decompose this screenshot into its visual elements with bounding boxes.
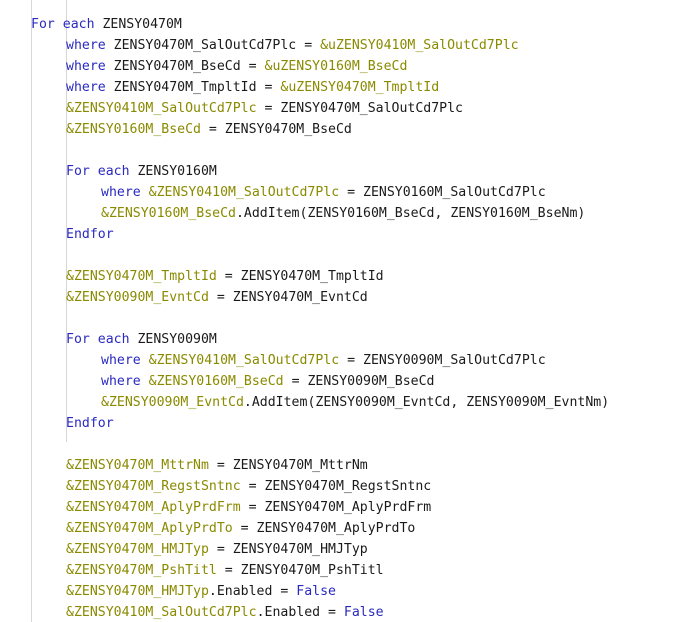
code-token-var: &ZENSY0470M_HMJTyp [66, 584, 209, 599]
code-line[interactable]: For each ZENSY0090M [0, 329, 698, 350]
code-token-var: &ZENSY0090M_EvntCd [66, 290, 209, 305]
code-token-var: &ZENSY0470M_RegstSntnc [66, 479, 241, 494]
code-line[interactable]: &ZENSY0090M_EvntCd.AddItem(ZENSY0090M_Ev… [0, 392, 698, 413]
code-token-attr: .Enabled = [208, 584, 297, 599]
code-token-attr: = ZENSY0090M_SalOutCd7Plc [339, 353, 546, 368]
code-token-attr: ZENSY0090M [137, 332, 217, 347]
code-line[interactable]: where ZENSY0470M_BseCd = &uZENSY0160M_Bs… [0, 56, 698, 77]
code-line[interactable]: &ZENSY0470M_RegstSntnc = ZENSY0470M_Regs… [0, 476, 698, 497]
code-token-var: &ZENSY0410M_SalOutCd7Plc [66, 101, 257, 116]
code-token-kw: where [101, 353, 149, 368]
code-token-var: &ZENSY0090M_EvntCd [101, 395, 244, 410]
code-line[interactable]: &ZENSY0470M_HMJTyp = ZENSY0470M_HMJTyp [0, 539, 698, 560]
code-token-attr: = ZENSY0090M_BseCd [283, 374, 435, 389]
code-line[interactable]: &ZENSY0470M_AplyPrdTo = ZENSY0470M_AplyP… [0, 518, 698, 539]
code-token-kw: For each [31, 17, 103, 32]
code-token-attr: ZENSY0470M [102, 17, 182, 32]
code-line[interactable]: Endfor [0, 224, 698, 245]
code-token-kw: where [101, 185, 149, 200]
code-token-kw: False [343, 605, 384, 620]
code-line[interactable] [0, 308, 698, 329]
code-line[interactable]: For each ZENSY0160M [0, 161, 698, 182]
code-token-attr: = ZENSY0160M_SalOutCd7Plc [339, 185, 546, 200]
code-line[interactable]: where &ZENSY0410M_SalOutCd7Plc = ZENSY00… [0, 350, 698, 371]
code-token-var: &uZENSY0410M_SalOutCd7Plc [320, 38, 519, 53]
code-token-var: &ZENSY0410M_SalOutCd7Plc [148, 353, 340, 368]
code-token-kw: False [296, 584, 336, 599]
code-line[interactable]: Endfor [0, 413, 698, 434]
code-line-list[interactable]: For each ZENSY0470M where ZENSY0470M_SalO… [0, 14, 698, 622]
code-line[interactable]: &ZENSY0470M_TmpltId = ZENSY0470M_TmpltId [0, 266, 698, 287]
code-token-var: &ZENSY0470M_PshTitl [66, 563, 217, 578]
code-token-attr: ZENSY0470M_SalOutCd7Plc = [113, 38, 321, 53]
code-line[interactable]: For each ZENSY0470M [0, 14, 698, 35]
code-token-attr: ZENSY0470M_TmpltId = [113, 80, 281, 95]
code-token-attr: = ZENSY0470M_AplyPrdFrm [240, 500, 432, 515]
code-token-var: &ZENSY0470M_MttrNm [66, 458, 209, 473]
code-token-kw: For each [66, 164, 138, 179]
code-token-attr: = ZENSY0470M_AplyPrdTo [232, 521, 416, 536]
code-line[interactable]: &ZENSY0470M_HMJTyp.Enabled = False [0, 581, 698, 602]
code-line[interactable]: &ZENSY0410M_SalOutCd7Plc = ZENSY0470M_Sa… [0, 98, 698, 119]
code-token-var: &ZENSY0410M_SalOutCd7Plc [66, 605, 257, 620]
code-token-kw: where [66, 80, 114, 95]
code-line[interactable]: where &ZENSY0410M_SalOutCd7Plc = ZENSY01… [0, 182, 698, 203]
code-line[interactable]: &ZENSY0160M_BseCd.AddItem(ZENSY0160M_Bse… [0, 203, 698, 224]
code-line[interactable]: &ZENSY0470M_AplyPrdFrm = ZENSY0470M_Aply… [0, 497, 698, 518]
code-token-var: &ZENSY0160M_BseCd [66, 122, 201, 137]
code-token-attr: = ZENSY0470M_SalOutCd7Plc [256, 101, 464, 116]
code-token-var: &ZENSY0470M_HMJTyp [66, 542, 209, 557]
code-editor[interactable]: For each ZENSY0470M where ZENSY0470M_SalO… [0, 0, 698, 622]
code-token-var: &ZENSY0410M_SalOutCd7Plc [148, 185, 340, 200]
code-line[interactable] [0, 434, 698, 455]
code-token-var: &ZENSY0470M_AplyPrdFrm [66, 500, 241, 515]
code-line[interactable]: &ZENSY0410M_SalOutCd7Plc.Enabled = False [0, 602, 698, 622]
code-token-var: &uZENSY0160M_BseCd [264, 59, 408, 74]
code-line[interactable]: where ZENSY0470M_SalOutCd7Plc = &uZENSY0… [0, 35, 698, 56]
code-line[interactable]: &ZENSY0160M_BseCd = ZENSY0470M_BseCd [0, 119, 698, 140]
code-token-attr: ZENSY0160M [137, 164, 217, 179]
code-token-attr: = ZENSY0470M_RegstSntnc [240, 479, 432, 494]
code-line[interactable] [0, 245, 698, 266]
code-token-kw: Endfor [66, 227, 114, 242]
code-token-attr: .Enabled = [256, 605, 344, 620]
code-line[interactable]: &ZENSY0090M_EvntCd = ZENSY0470M_EvntCd [0, 287, 698, 308]
code-token-var: &ZENSY0470M_TmpltId [66, 269, 217, 284]
code-token-kw: where [66, 59, 114, 74]
code-token-kw: where [101, 374, 149, 389]
code-token-var: &ZENSY0160M_BseCd [148, 374, 284, 389]
code-token-attr: = ZENSY0470M_PshTitl [216, 563, 384, 578]
code-token-kw: For each [66, 332, 138, 347]
code-token-attr: .AddItem(ZENSY0160M_BseCd, ZENSY0160M_Bs… [235, 206, 586, 221]
code-line[interactable]: where &ZENSY0160M_BseCd = ZENSY0090M_Bse… [0, 371, 698, 392]
code-token-attr: = ZENSY0470M_EvntCd [208, 290, 368, 305]
code-token-attr: = ZENSY0470M_BseCd [200, 122, 352, 137]
code-token-var: &ZENSY0160M_BseCd [101, 206, 236, 221]
code-token-attr: ZENSY0470M_BseCd = [113, 59, 265, 74]
code-token-var: &uZENSY0470M_TmpltId [280, 80, 440, 95]
code-token-attr: .AddItem(ZENSY0090M_EvntCd, ZENSY0090M_E… [243, 395, 610, 410]
code-token-var: &ZENSY0470M_AplyPrdTo [66, 521, 233, 536]
code-line[interactable]: where ZENSY0470M_TmpltId = &uZENSY0470M_… [0, 77, 698, 98]
code-token-kw: where [66, 38, 114, 53]
code-line[interactable] [0, 140, 698, 161]
code-token-attr: = ZENSY0470M_MttrNm [208, 458, 368, 473]
code-token-attr: = ZENSY0470M_HMJTyp [208, 542, 368, 557]
code-token-attr: = ZENSY0470M_TmpltId [216, 269, 384, 284]
code-line[interactable]: &ZENSY0470M_MttrNm = ZENSY0470M_MttrNm [0, 455, 698, 476]
code-token-kw: Endfor [66, 416, 114, 431]
code-line[interactable]: &ZENSY0470M_PshTitl = ZENSY0470M_PshTitl [0, 560, 698, 581]
